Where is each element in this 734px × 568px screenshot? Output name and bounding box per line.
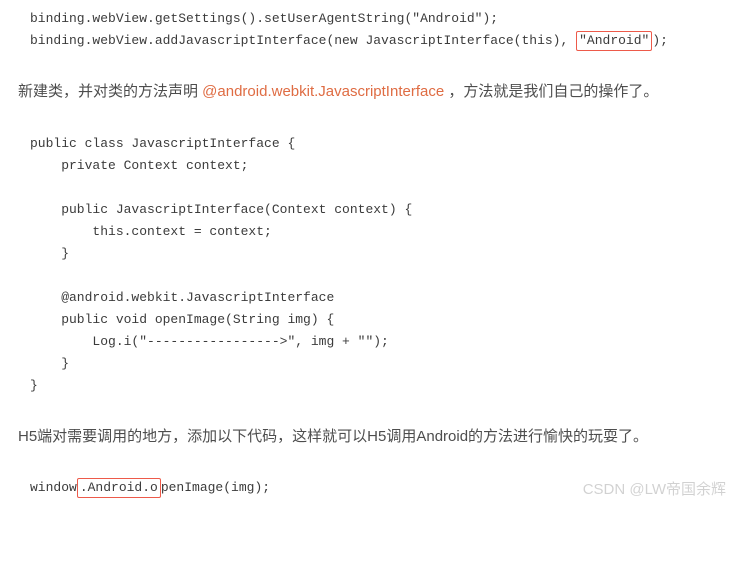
code-line-part: binding.webView.addJavascriptInterface(n… (30, 33, 568, 48)
code-block-2: public class JavascriptInterface { priva… (0, 125, 734, 405)
highlight-android-string: "Android" (576, 31, 652, 51)
code-part: window (30, 480, 77, 495)
code-block-1: binding.webView.getSettings().setUserAge… (0, 0, 734, 60)
annotation-reference: @android.webkit.JavascriptInterface (202, 83, 444, 100)
code-line-part: ); (652, 33, 668, 48)
code-line: binding.webView.getSettings().setUserAge… (30, 11, 498, 26)
paragraph-2: H5端对需要调用的地方，添加以下代码，这样就可以H5调用Android的方法进行… (18, 423, 716, 452)
code-part: penImage(img); (161, 480, 270, 495)
paragraph-1: 新建类，并对类的方法声明 @android.webkit.JavascriptI… (18, 78, 716, 107)
text: 新建类，并对类的方法声明 (18, 83, 202, 100)
text: ，方法就是我们自己的操作了。 (444, 83, 658, 100)
code-block-3: window.Android.openImage(img); (0, 469, 734, 507)
highlight-android-call: .Android.o (77, 478, 161, 498)
